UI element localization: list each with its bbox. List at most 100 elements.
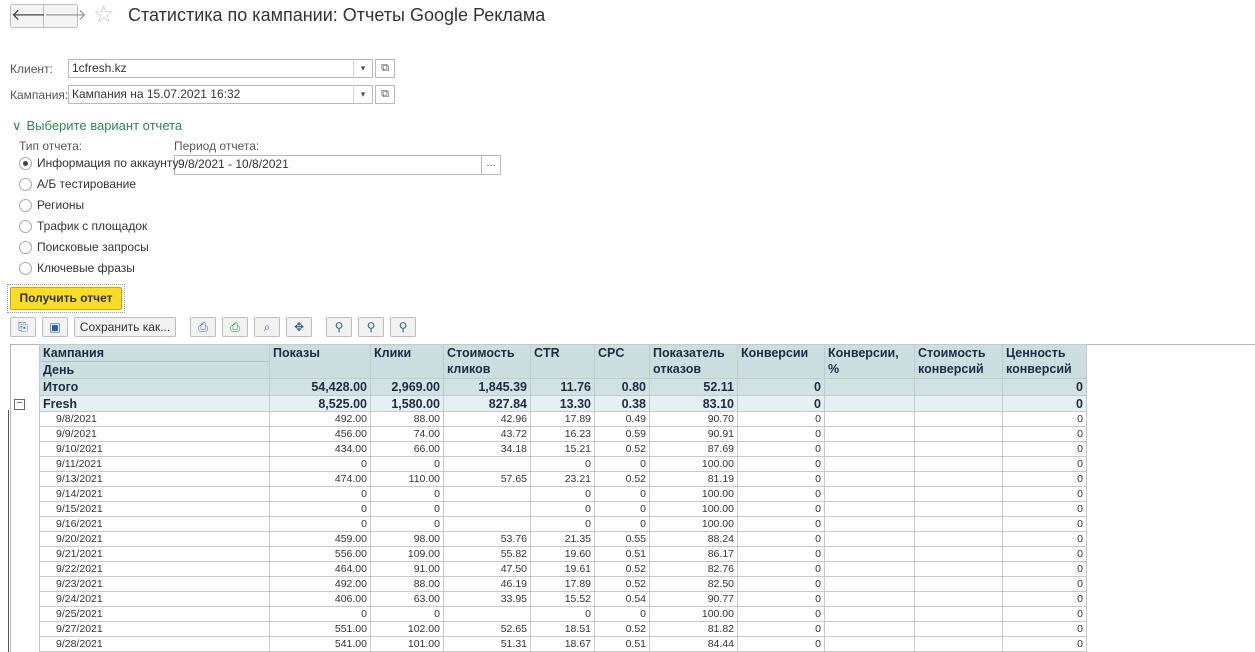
value-cell[interactable]: 0.52 bbox=[594, 561, 650, 577]
value-cell[interactable]: 556.00 bbox=[269, 546, 371, 562]
value-cell[interactable]: 0 bbox=[737, 546, 825, 562]
value-cell[interactable]: 0.54 bbox=[594, 591, 650, 607]
value-cell[interactable]: 52.65 bbox=[443, 621, 531, 637]
value-cell[interactable]: 0 bbox=[1002, 411, 1087, 427]
forward-button[interactable]: 🡒 bbox=[44, 4, 87, 28]
table-row[interactable]: 9/14/2021 0 0 0 0 100.00 0 0 bbox=[39, 486, 1087, 502]
value-cell[interactable]: 0 bbox=[737, 591, 825, 607]
value-cell[interactable]: 0 bbox=[269, 456, 371, 472]
value-cell[interactable]: 0.49 bbox=[594, 411, 650, 427]
row-label-cell[interactable]: Итого bbox=[39, 378, 270, 396]
value-cell[interactable] bbox=[824, 426, 915, 442]
value-cell[interactable] bbox=[824, 501, 915, 517]
value-cell[interactable]: 19.60 bbox=[530, 546, 595, 562]
print-preview-button[interactable]: ⎙ bbox=[222, 317, 248, 337]
value-cell[interactable]: 0 bbox=[594, 516, 650, 532]
value-cell[interactable]: 0 bbox=[530, 456, 595, 472]
report-type-radio[interactable] bbox=[19, 220, 32, 233]
value-cell[interactable]: 0 bbox=[1002, 516, 1087, 532]
value-cell[interactable]: 0 bbox=[594, 486, 650, 502]
value-cell[interactable] bbox=[914, 426, 1003, 442]
value-cell[interactable] bbox=[914, 516, 1003, 532]
value-cell[interactable]: 0 bbox=[1002, 486, 1087, 502]
value-cell[interactable] bbox=[824, 516, 915, 532]
row-label-cell[interactable]: 9/25/2021 bbox=[39, 606, 270, 622]
value-cell[interactable]: 110.00 bbox=[370, 471, 444, 487]
total-row[interactable]: Итого 54,428.00 2,969.00 1,845.39 11.76 0.80 5… bbox=[39, 378, 1087, 396]
value-cell[interactable]: 82.76 bbox=[649, 561, 738, 577]
value-cell[interactable]: 0 bbox=[1002, 426, 1087, 442]
value-cell[interactable] bbox=[914, 441, 1003, 457]
value-cell[interactable]: 0.52 bbox=[594, 471, 650, 487]
value-cell[interactable]: 74.00 bbox=[370, 426, 444, 442]
row-label-cell[interactable]: 9/13/2021 bbox=[39, 471, 270, 487]
value-cell[interactable] bbox=[824, 606, 915, 622]
value-cell[interactable]: 53.76 bbox=[443, 531, 531, 547]
value-cell[interactable]: 88.00 bbox=[370, 411, 444, 427]
table-row[interactable]: 9/8/2021 492.00 88.00 42.96 17.89 0.49 90.70 0 0 bbox=[39, 411, 1087, 427]
value-cell[interactable]: 13.30 bbox=[530, 395, 595, 412]
value-cell[interactable]: 66.00 bbox=[370, 441, 444, 457]
value-cell[interactable]: 42.96 bbox=[443, 411, 531, 427]
row-label-cell[interactable]: 9/23/2021 bbox=[39, 576, 270, 592]
value-cell[interactable] bbox=[824, 561, 915, 577]
value-cell[interactable]: 0 bbox=[737, 606, 825, 622]
value-cell[interactable]: 0.51 bbox=[594, 546, 650, 562]
campaign-field[interactable]: Кампания на 15.07.2021 16:32 bbox=[68, 85, 354, 104]
value-cell[interactable] bbox=[824, 378, 915, 396]
value-cell[interactable] bbox=[824, 441, 915, 457]
report-type-radio[interactable] bbox=[19, 157, 32, 170]
table-row[interactable]: 9/9/2021 456.00 74.00 43.72 16.23 0.59 90.91 0 0 bbox=[39, 426, 1087, 442]
value-cell[interactable]: 551.00 bbox=[269, 621, 371, 637]
report-type-option-label[interactable]: Ключевые фразы bbox=[37, 261, 135, 275]
value-cell[interactable]: 0 bbox=[737, 456, 825, 472]
value-cell[interactable] bbox=[914, 636, 1003, 652]
value-cell[interactable]: 54,428.00 bbox=[269, 378, 371, 396]
value-cell[interactable]: 8,525.00 bbox=[269, 395, 371, 412]
value-cell[interactable]: 17.89 bbox=[530, 411, 595, 427]
value-cell[interactable]: 0 bbox=[1002, 441, 1087, 457]
value-cell[interactable] bbox=[914, 456, 1003, 472]
value-cell[interactable] bbox=[914, 501, 1003, 517]
value-cell[interactable] bbox=[914, 471, 1003, 487]
value-cell[interactable]: 434.00 bbox=[269, 441, 371, 457]
client-field[interactable]: 1cfresh.kz bbox=[68, 59, 354, 78]
row-label-cell[interactable]: 9/11/2021 bbox=[39, 456, 270, 472]
row-label-cell[interactable]: 9/9/2021 bbox=[39, 426, 270, 442]
value-cell[interactable]: 0.59 bbox=[594, 426, 650, 442]
table-row[interactable]: 9/28/2021 541.00 101.00 51.31 18.67 0.51 84.44… bbox=[39, 636, 1087, 652]
report-type-option-label[interactable]: А/Б тестирование bbox=[37, 177, 136, 191]
value-cell[interactable]: 1,580.00 bbox=[370, 395, 444, 412]
value-cell[interactable]: 55.82 bbox=[443, 546, 531, 562]
value-cell[interactable]: 90.70 bbox=[649, 411, 738, 427]
table-row[interactable]: 9/23/2021 492.00 88.00 46.19 17.89 0.52 82.50 0… bbox=[39, 576, 1087, 592]
value-cell[interactable]: 0 bbox=[370, 456, 444, 472]
row-label-cell[interactable]: 9/16/2021 bbox=[39, 516, 270, 532]
report-type-option-label[interactable]: Информация по аккаунту bbox=[37, 156, 179, 170]
value-cell[interactable]: 459.00 bbox=[269, 531, 371, 547]
value-cell[interactable]: 90.91 bbox=[649, 426, 738, 442]
value-cell[interactable]: 0.52 bbox=[594, 441, 650, 457]
value-cell[interactable] bbox=[824, 411, 915, 427]
get-report-button[interactable]: Получить отчет bbox=[10, 287, 122, 310]
table-row[interactable]: 9/21/2021 556.00 109.00 55.82 19.60 0.51 86.17… bbox=[39, 546, 1087, 562]
value-cell[interactable]: 456.00 bbox=[269, 426, 371, 442]
copy-button[interactable]: ⎘ bbox=[10, 317, 36, 337]
table-row[interactable]: 9/15/2021 0 0 0 0 100.00 0 0 bbox=[39, 501, 1087, 517]
print-button[interactable]: ⎙ bbox=[190, 317, 216, 337]
value-cell[interactable]: 0 bbox=[1002, 576, 1087, 592]
client-dropdown-button[interactable]: ▾ bbox=[353, 59, 373, 78]
value-cell[interactable]: 57.65 bbox=[443, 471, 531, 487]
save-as-button[interactable]: Сохранить как... bbox=[74, 317, 176, 337]
table-row[interactable]: 9/25/2021 0 0 0 0 100.00 0 0 bbox=[39, 606, 1087, 622]
favorite-star-icon[interactable]: ☆ bbox=[93, 2, 115, 28]
value-cell[interactable]: 81.82 bbox=[649, 621, 738, 637]
value-cell[interactable]: 0 bbox=[594, 501, 650, 517]
row-label-cell[interactable]: 9/28/2021 bbox=[39, 636, 270, 652]
value-cell[interactable]: 827.84 bbox=[443, 395, 531, 412]
value-cell[interactable]: 492.00 bbox=[269, 411, 371, 427]
search-button[interactable]: ⚲ bbox=[326, 317, 352, 337]
value-cell[interactable]: 0 bbox=[737, 395, 825, 412]
value-cell[interactable] bbox=[914, 378, 1003, 396]
row-label-cell[interactable]: 9/22/2021 bbox=[39, 561, 270, 577]
